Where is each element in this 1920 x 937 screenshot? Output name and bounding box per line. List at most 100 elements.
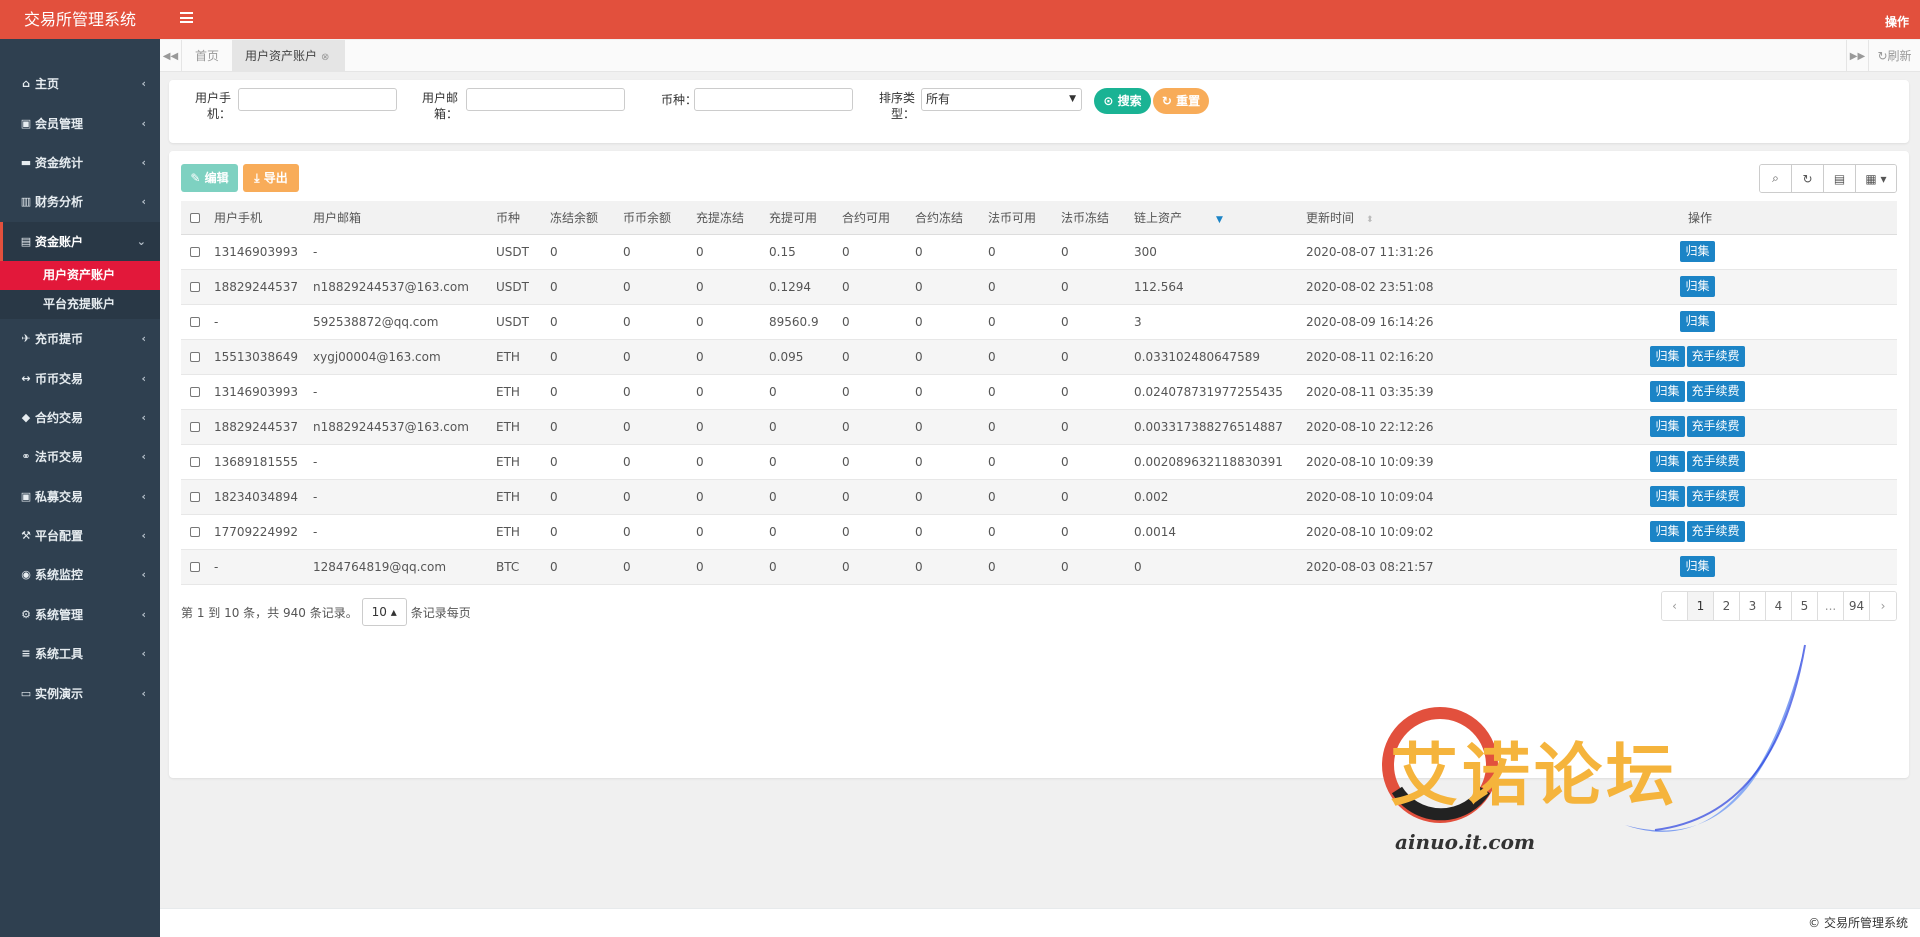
page-prev-button[interactable]: ‹ (1662, 592, 1688, 620)
cell-hy_frozen: 0 (910, 444, 983, 480)
cell-hy_frozen: 0 (910, 549, 983, 585)
column-header-label: 用户邮箱 (313, 210, 362, 225)
cell-phone: - (209, 549, 308, 585)
search-button[interactable]: ⊙ 搜索 (1094, 88, 1151, 114)
collect-button[interactable]: 归集 (1650, 521, 1685, 542)
collect-button[interactable]: 归集 (1680, 311, 1715, 332)
cell-fb_avail: 0 (983, 514, 1056, 550)
sidebar-item-3[interactable]: ▥ 财务分析 ‹ (0, 182, 160, 221)
cell-cz_avail: 0 (764, 444, 837, 480)
edit-button[interactable]: ✎ 编辑 (181, 164, 238, 192)
sidebar-item-9[interactable]: ▣ 私募交易 ‹ (0, 477, 160, 516)
reset-button[interactable]: ↻ 重置 (1153, 88, 1209, 114)
charge-fee-button[interactable]: 充手续费 (1686, 451, 1745, 472)
page-button[interactable]: 1 (1688, 592, 1714, 620)
table-refresh-icon[interactable]: ↻ (1792, 165, 1824, 192)
cell-hy_frozen: 0 (910, 269, 983, 305)
collect-button[interactable]: 归集 (1650, 451, 1685, 472)
collect-button[interactable]: 归集 (1650, 486, 1685, 507)
handshake-icon: ⚭ (21, 450, 31, 464)
collect-button[interactable]: 归集 (1680, 241, 1715, 262)
cell-time: 2020-08-07 11:31:26 (1301, 234, 1498, 270)
tab-next-icon[interactable]: ▶▶ (1846, 40, 1868, 72)
charge-fee-button[interactable]: 充手续费 (1686, 486, 1745, 507)
column-header-6: 充提可用 (764, 201, 837, 235)
sidebar-item-6[interactable]: ↔ 币币交易 ‹ (0, 358, 160, 397)
page-next-button[interactable]: › (1870, 592, 1896, 620)
page-button[interactable]: ... (1818, 592, 1844, 620)
tab-close-icon[interactable]: ⊗ (321, 52, 329, 63)
row-select-cell (181, 374, 209, 410)
sidebar-subitem-1[interactable]: 平台充提账户 (0, 290, 160, 319)
column-header-12[interactable]: 更新时间 ⬍ (1301, 201, 1498, 235)
chevron-left-icon: ‹ (141, 332, 146, 346)
page-button[interactable]: 3 (1740, 592, 1766, 620)
collect-button[interactable]: 归集 (1650, 346, 1685, 367)
column-header-13: 操作 (1498, 201, 1897, 235)
sidebar-item-10[interactable]: ⚒ 平台配置 ‹ (0, 516, 160, 555)
coin-input[interactable] (694, 88, 853, 111)
sort-select[interactable]: 所有 ▼ (921, 88, 1082, 111)
sidebar-item-label: 财务分析 (35, 195, 84, 210)
charge-fee-button[interactable]: 充手续费 (1686, 521, 1745, 542)
cell-actions: 归集 充手续费 (1498, 339, 1897, 375)
charge-fee-button[interactable]: 充手续费 (1686, 381, 1745, 402)
menu-toggle-icon[interactable] (180, 12, 193, 23)
select-all-checkbox[interactable] (190, 212, 200, 223)
sidebar-item-5[interactable]: ✈ 充币提币 ‹ (0, 319, 160, 358)
page-button[interactable]: 2 (1714, 592, 1740, 620)
row-checkbox[interactable] (190, 317, 200, 327)
charge-fee-button[interactable]: 充手续费 (1686, 416, 1745, 437)
cell-frozen: 0 (545, 304, 618, 340)
row-checkbox[interactable] (190, 457, 200, 467)
sidebar-item-7[interactable]: ◆ 合约交易 ‹ (0, 398, 160, 437)
row-checkbox[interactable] (190, 387, 200, 397)
collect-button[interactable]: 归集 (1680, 276, 1715, 297)
table-toggle-view-icon[interactable]: ▤ (1824, 165, 1856, 192)
page-button[interactable]: 5 (1792, 592, 1818, 620)
collect-button[interactable]: 归集 (1680, 556, 1715, 577)
row-checkbox[interactable] (190, 352, 200, 362)
columns-icon[interactable]: ▦ ▾ (1856, 165, 1896, 192)
sidebar-item-0[interactable]: ⌂ 主页 ‹ (0, 64, 160, 103)
tab-home[interactable]: 首页 (183, 40, 233, 72)
cell-time: 2020-08-11 03:35:39 (1301, 374, 1498, 410)
cell-cz_avail: 0 (764, 374, 837, 410)
email-input[interactable] (466, 88, 625, 111)
tab-user-assets[interactable]: 用户资产账户 ⊗ (233, 40, 345, 72)
export-button[interactable]: ⤓ 导出 (243, 164, 299, 192)
cell-time: 2020-08-09 16:14:26 (1301, 304, 1498, 340)
chevron-down-icon: ▼ (1069, 94, 1076, 104)
sidebar-item-11[interactable]: ◉ 系统监控 ‹ (0, 555, 160, 594)
sidebar-item-12[interactable]: ⚙ 系统管理 ‹ (0, 595, 160, 634)
page-size-select[interactable]: 10 ▴ (361, 598, 407, 626)
refresh-button[interactable]: ↻刷新 (1868, 40, 1920, 72)
table-search-icon[interactable]: ⌕ (1760, 165, 1792, 192)
cell-cz_avail: 0.095 (764, 339, 837, 375)
page-button[interactable]: 4 (1766, 592, 1792, 620)
sidebar-item-1[interactable]: ▣ 会员管理 ‹ (0, 103, 160, 142)
operations-menu[interactable]: 操作 (1885, 13, 1909, 30)
charge-fee-button[interactable]: 充手续费 (1686, 346, 1745, 367)
sidebar-item-8[interactable]: ⚭ 法币交易 ‹ (0, 437, 160, 476)
row-checkbox[interactable] (190, 422, 200, 432)
phone-input[interactable] (238, 88, 397, 111)
sidebar-item-2[interactable]: ▬ 资金统计 ‹ (0, 143, 160, 182)
row-checkbox[interactable] (190, 492, 200, 502)
column-header-11[interactable]: 链上资产 ▼ (1129, 201, 1301, 235)
row-checkbox[interactable] (190, 247, 200, 257)
sidebar-item-13[interactable]: ≡ 系统工具 ‹ (0, 634, 160, 673)
sidebar-item-14[interactable]: ▭ 实例演示 ‹ (0, 673, 160, 712)
collect-button[interactable]: 归集 (1650, 416, 1685, 437)
cell-hy_frozen: 0 (910, 374, 983, 410)
row-checkbox[interactable] (190, 282, 200, 292)
row-checkbox[interactable] (190, 527, 200, 537)
sidebar-subitem-0[interactable]: 用户资产账户 (0, 260, 160, 290)
collect-button[interactable]: 归集 (1650, 381, 1685, 402)
tab-prev-icon[interactable]: ◀◀ (160, 40, 182, 72)
sidebar-item-4[interactable]: ▤ 资金账户 ⌄ (0, 221, 160, 261)
column-header-9: 法币可用 (983, 201, 1056, 235)
page-button[interactable]: 94 (1844, 592, 1870, 620)
cell-cz_frozen: 0 (691, 234, 764, 270)
row-checkbox[interactable] (190, 562, 200, 572)
